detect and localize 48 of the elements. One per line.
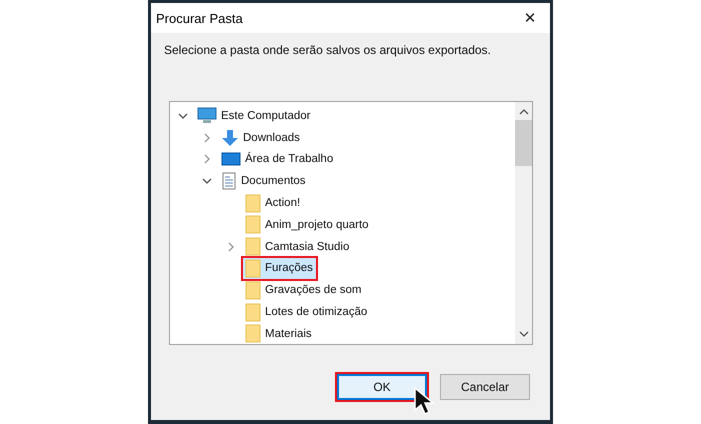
tree-item[interactable]: Área de Trabalho — [219, 148, 336, 170]
tree-item-label: Furações — [265, 262, 313, 274]
tree-item-label: Lotes de otimização — [265, 306, 368, 318]
tree-item-label: Gravações de som — [265, 284, 362, 296]
close-button[interactable]: ✕ — [510, 3, 550, 33]
tree-item-label: Downloads — [243, 132, 300, 144]
tree-item[interactable]: Este Computador — [195, 105, 314, 126]
document-icon — [221, 172, 237, 190]
expand-chevron-icon[interactable] — [226, 242, 236, 252]
tree-item-label: Materiais — [265, 328, 312, 340]
tree-item-label: Action! — [265, 197, 300, 210]
mouse-pointer-icon — [413, 386, 437, 416]
vertical-scrollbar[interactable] — [515, 102, 532, 344]
scrollbar-thumb[interactable] — [515, 120, 532, 166]
tree-item-label: Este Computador — [221, 110, 310, 122]
tree-item-label: Anim_projeto quarto — [265, 218, 369, 231]
folder-icon — [245, 258, 261, 278]
folder-icon — [245, 194, 261, 213]
tree-item[interactable]: Action! — [243, 192, 304, 214]
tree-item-label: Área de Trabalho — [245, 153, 334, 166]
selected-tree-item[interactable]: Furações — [243, 258, 316, 279]
tree-item[interactable]: Camtasia Studio — [243, 236, 352, 258]
expand-chevron-icon[interactable] — [202, 154, 212, 164]
tree-item-label: Documentos — [241, 175, 306, 188]
folder-icon — [245, 302, 261, 322]
tree-item[interactable]: Documentos — [219, 170, 309, 192]
tree-item[interactable]: Materiais — [243, 323, 315, 344]
tree-item[interactable]: Gravações de som — [243, 280, 365, 301]
tree-item[interactable]: Lotes de otimização — [243, 302, 370, 323]
folder-icon — [245, 237, 261, 256]
down-arrow-icon — [221, 128, 239, 147]
expand-chevron-icon[interactable] — [202, 132, 212, 143]
collapse-chevron-icon[interactable] — [202, 176, 212, 186]
folder-icon — [245, 280, 261, 300]
scroll-up-icon[interactable] — [518, 108, 528, 116]
tree-item-label: Camtasia Studio — [265, 240, 350, 253]
instruction-text: Selecione a pasta onde serão salvos os arquivos exportados. — [164, 43, 492, 57]
window-title: Procurar Pasta — [156, 10, 243, 26]
collapse-chevron-icon[interactable] — [178, 110, 188, 121]
folder-icon — [245, 324, 261, 344]
dialog-button[interactable]: Cancelar — [440, 374, 530, 400]
folder-icon — [245, 215, 261, 234]
desktop-icon — [221, 151, 241, 168]
tree-item[interactable]: Anim_projeto quarto — [243, 214, 372, 236]
computer-icon — [197, 107, 217, 124]
dialog-button[interactable]: OK — [337, 374, 427, 400]
tree-item[interactable]: Downloads — [219, 127, 303, 148]
scroll-down-icon[interactable] — [518, 330, 528, 338]
